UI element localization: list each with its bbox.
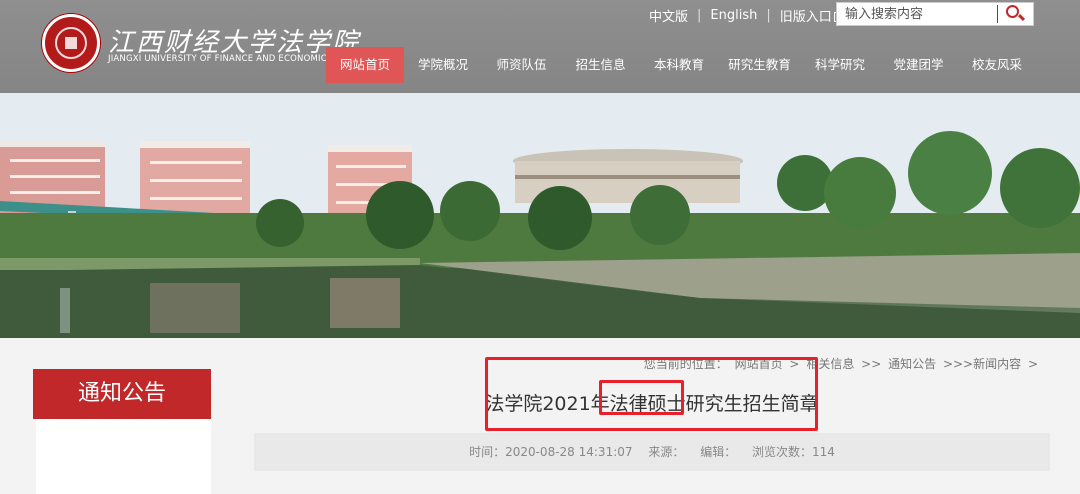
breadcrumb-current: >>>新闻内容	[942, 357, 1022, 371]
old-version-label: 旧版入口	[779, 9, 832, 25]
nav-item-graduate[interactable]: 研究生教育	[718, 47, 801, 83]
breadcrumb-sep: >>	[861, 357, 882, 371]
top-links: 中文版 | English | 旧版入口	[640, 6, 853, 25]
chinese-version-link[interactable]: 中文版	[640, 6, 697, 25]
campus-banner-image	[0, 93, 1080, 338]
sidebar-title: 通知公告	[33, 369, 211, 419]
search-icon[interactable]	[1004, 3, 1026, 25]
campus-scene	[0, 93, 1080, 338]
nav-item-admissions[interactable]: 招生信息	[561, 47, 640, 83]
search-divider	[997, 5, 998, 23]
sidebar-panel	[36, 419, 211, 494]
search-input[interactable]	[837, 3, 997, 25]
nav-item-home[interactable]: 网站首页	[326, 47, 404, 83]
article-meta: 时间：2020-08-28 14:31:07 来源： 编辑： 浏览次数：114	[254, 433, 1050, 471]
nav-item-alumni[interactable]: 校友风采	[958, 47, 1036, 83]
nav-item-faculty[interactable]: 师资队伍	[482, 47, 561, 83]
annotation-box-keyword	[599, 380, 684, 415]
main-nav: 网站首页 学院概况 师资队伍 招生信息 本科教育 研究生教育 科学研究 党建团学…	[326, 47, 1036, 83]
site-header: 江西财经大学法学院 JIANGXI UNIVERSITY OF FINANCE …	[0, 0, 1080, 93]
university-seal-icon[interactable]	[42, 14, 100, 72]
article-source: 来源：	[648, 445, 685, 459]
page: 江西财经大学法学院 JIANGXI UNIVERSITY OF FINANCE …	[0, 0, 1080, 494]
search-box	[836, 2, 1034, 26]
article-views: 浏览次数：114	[752, 445, 835, 459]
nav-item-undergrad[interactable]: 本科教育	[640, 47, 718, 83]
nav-item-about[interactable]: 学院概况	[404, 47, 482, 83]
english-version-link[interactable]: English	[701, 8, 766, 23]
breadcrumb-sep: >	[1027, 357, 1038, 371]
nav-item-party[interactable]: 党建团学	[879, 47, 958, 83]
article-editor: 编辑：	[700, 445, 737, 459]
logo-english-name: JIANGXI UNIVERSITY OF FINANCE AND ECONOM…	[108, 54, 333, 64]
nav-item-research[interactable]: 科学研究	[801, 47, 879, 83]
article-time: 时间：2020-08-28 14:31:07	[469, 445, 633, 459]
breadcrumb-notices[interactable]: 通知公告	[888, 357, 936, 371]
